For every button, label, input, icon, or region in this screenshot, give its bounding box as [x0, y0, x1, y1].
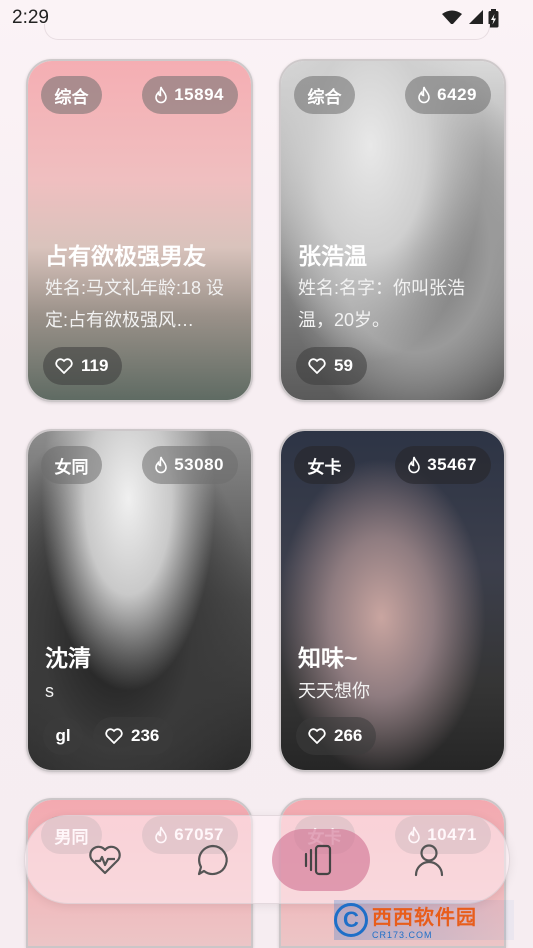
character-card[interactable]: 女同 53080 沈清 s gl 236 [26, 429, 253, 772]
nav-messages[interactable] [164, 829, 262, 891]
like-button[interactable]: 236 [93, 717, 174, 755]
heat-count: 53080 [174, 455, 224, 474]
heat-count: 6429 [437, 85, 477, 104]
like-button[interactable]: 119 [43, 347, 123, 385]
like-count: 59 [334, 356, 353, 375]
flame-icon [408, 456, 421, 474]
flame-icon [418, 86, 430, 104]
chat-bubble-icon [197, 844, 228, 875]
heart-icon [308, 358, 326, 374]
category-tag: 女同 [41, 446, 102, 484]
flame-icon [155, 456, 168, 474]
category-tag: 综合 [41, 76, 102, 114]
category-tag: 综合 [294, 76, 355, 114]
watermark-url: CR173.COM [372, 929, 433, 940]
heart-icon [55, 358, 73, 374]
heart-pulse-icon [89, 845, 121, 874]
watermark: C 西西软件园 CR173.COM [334, 900, 514, 940]
heat-badge: 35467 [395, 446, 491, 484]
flame-icon [155, 86, 168, 104]
heart-icon [105, 728, 123, 744]
heat-count: 35467 [427, 455, 477, 474]
heat-badge: 6429 [405, 76, 491, 114]
character-card[interactable]: 女卡 35467 知味~ 天天想你 266 [279, 429, 506, 772]
card-title: 沈清 [45, 645, 91, 671]
category-tag: 女卡 [294, 446, 355, 484]
card-title: 张浩温 [298, 243, 367, 269]
character-card[interactable]: 综合 15894 占有欲极强男友 姓名:马文礼年龄:18 设定:占有欲极强风… … [26, 59, 253, 402]
watermark-brand: 西西软件园 [372, 906, 477, 929]
like-button[interactable]: 59 [296, 347, 367, 385]
card-description: 姓名:马文礼年龄:18 设定:占有欲极强风… [45, 278, 225, 330]
watermark-logo-icon: C [334, 903, 368, 937]
like-count: 266 [334, 726, 363, 745]
card-description: 天天想你 [298, 681, 370, 701]
nav-cards[interactable] [272, 828, 370, 891]
card-description: s [45, 681, 54, 701]
character-card[interactable]: 综合 6429 张浩温 姓名:名字：你叫张浩温，20岁。 59 [279, 59, 506, 402]
card-title: 知味~ [298, 645, 358, 671]
heat-badge: 53080 [142, 446, 238, 484]
bottom-nav [24, 815, 510, 904]
like-count: 119 [81, 356, 109, 375]
profile-icon [414, 843, 444, 876]
nav-profile[interactable] [380, 829, 478, 891]
card-stack-icon [304, 844, 332, 875]
nav-discover[interactable] [56, 829, 154, 891]
heart-icon [308, 728, 326, 744]
card-description: 姓名:名字：你叫张浩温，20岁。 [298, 278, 466, 330]
sub-tag: gl [43, 717, 83, 755]
like-count: 236 [131, 726, 160, 745]
heat-badge: 15894 [142, 76, 238, 114]
like-button[interactable]: 266 [296, 717, 377, 755]
search-bar-edge[interactable] [44, 24, 490, 40]
card-title: 占有欲极强男友 [45, 243, 206, 269]
heat-count: 15894 [174, 85, 224, 104]
